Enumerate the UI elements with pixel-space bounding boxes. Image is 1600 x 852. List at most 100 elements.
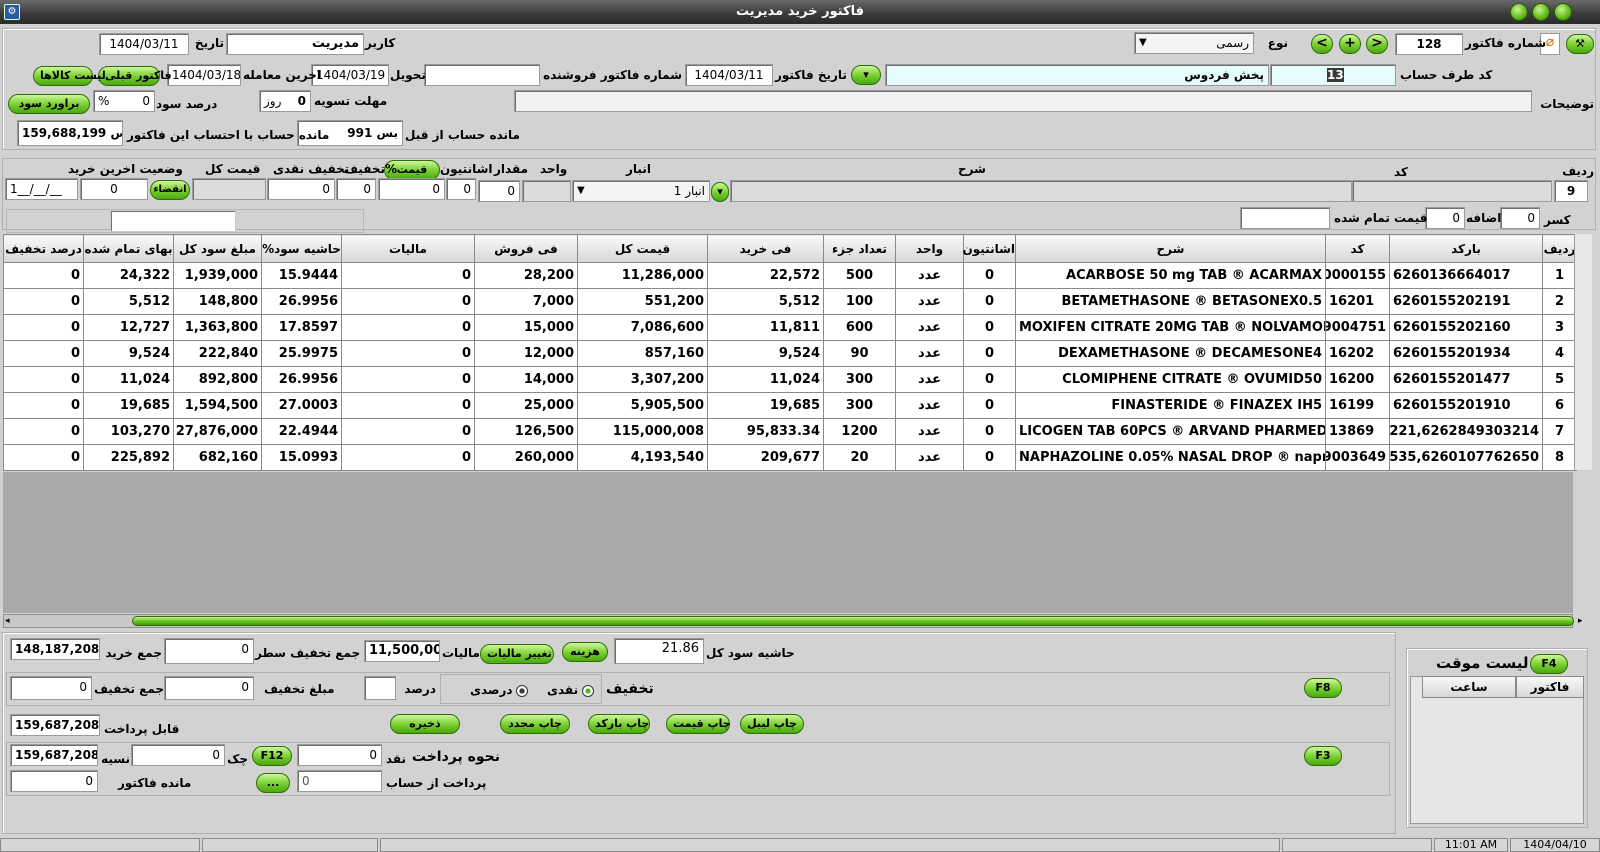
table-cell[interactable]: 0000155 [1325,262,1390,289]
table-cell[interactable]: 16201 [1325,288,1390,315]
entry-subunit-field[interactable]: 0 [446,178,476,200]
table-cell[interactable]: 14,000 [474,366,578,393]
table-cell[interactable]: عدد [895,418,964,445]
table-cell[interactable]: عدد [895,262,964,289]
table-cell[interactable]: 7,000 [474,288,578,315]
column-header[interactable]: تعداد جزء [823,234,896,263]
table-cell[interactable]: 126,500 [474,418,578,445]
table-cell[interactable]: عدد [895,366,964,393]
entry-note-field[interactable] [110,210,236,232]
table-cell[interactable]: 0 [963,444,1016,471]
table-cell[interactable]: 6 [1542,392,1577,419]
column-header[interactable]: شرح [1015,234,1326,263]
table-row[interactable]: 1 6260136664017 0000155 ACARBOSE 50 mg TAB … [3,262,1577,289]
table-row[interactable]: 870535,62601077626509003649NAPHAZOLINE 0… [3,444,1577,471]
table-cell[interactable]: 892,800 [173,366,262,393]
table-cell[interactable]: 682,160 [173,444,262,471]
table-cell[interactable]: 6260155201934 [1389,340,1543,367]
table-cell[interactable]: LICOGEN TAB 60PCS ® ARVAND PHARMED [1015,418,1326,445]
table-cell[interactable]: 0 [341,288,475,315]
table-cell[interactable]: 0 [3,340,84,367]
table-cell[interactable]: 25,000 [474,392,578,419]
table-cell[interactable]: عدد [895,444,964,471]
column-header[interactable]: درصد تخفیف [3,234,84,263]
table-cell[interactable]: 11,024 [83,366,174,393]
table-cell[interactable]: NAPHAZOLINE 0.05% NASAL DROP ® naprisol [1015,444,1326,471]
scroll-left-icon[interactable]: ◂ [5,616,10,626]
prev-invoice-nav-button[interactable]: < [1311,34,1333,54]
table-cell[interactable]: 16200 [1325,366,1390,393]
table-cell[interactable]: DEXAMETHASONE ® DECAMESONE4 [1015,340,1326,367]
table-cell[interactable]: 1,939,000 [173,262,262,289]
table-cell[interactable]: 209,677 [707,444,824,471]
table-cell[interactable]: 22,572 [707,262,824,289]
table-cell[interactable]: 0 [3,418,84,445]
disc-amount-field[interactable]: 0 [164,676,254,700]
table-cell[interactable]: 95,833.34 [707,418,824,445]
prev-invoice-button[interactable]: فاکتور قبلی [98,66,172,86]
table-row[interactable]: 2 6260155202191 16201 BETAMETHASONE ® BETAS… [3,288,1577,315]
cash-field[interactable]: 0 [297,744,382,766]
f8-button[interactable]: F8 [1304,678,1342,698]
type-select[interactable]: رسمی ▼ [1134,32,1254,54]
table-cell[interactable]: 0 [963,288,1016,315]
table-row[interactable]: 703221,626284930321413869LICOGEN TAB 60P… [3,418,1577,445]
cost-button[interactable]: هزینه [562,642,608,662]
table-cell[interactable]: 19,685 [707,392,824,419]
column-header[interactable]: مالیات [341,234,475,263]
table-cell[interactable]: 1,363,800 [173,314,262,341]
table-cell[interactable]: 90 [823,340,896,367]
table-cell[interactable]: 5,512 [707,288,824,315]
table-cell[interactable]: BETAMETHASONE ® BETASONEX0.5 [1015,288,1326,315]
credit-field[interactable]: 159,687,208 [10,744,98,766]
table-cell[interactable]: 300 [823,366,896,393]
f3-button[interactable]: F3 [1304,746,1342,766]
table-cell[interactable]: 70535,6260107762650 [1389,444,1543,471]
entry-qty-field[interactable]: 0 [478,180,520,202]
table-cell[interactable]: 0 [963,366,1016,393]
table-cell[interactable]: 222,840 [173,340,262,367]
expire-date-field[interactable]: 1__/__/__ [5,178,78,200]
new-invoice-button[interactable]: + [1339,34,1361,54]
table-row[interactable]: 6 6260155201910 16199 FINASTERIDE ® FINAZEX… [3,392,1577,419]
print-label-button[interactable]: چاپ لیبل [740,714,804,734]
user-field[interactable]: مدیریت [226,33,364,55]
table-cell[interactable]: 0 [3,444,84,471]
table-cell[interactable]: عدد [895,392,964,419]
date-field[interactable]: 1404/03/11 [99,33,189,55]
table-cell[interactable]: 9,524 [707,340,824,367]
table-cell[interactable]: 4 [1542,340,1577,367]
table-cell[interactable]: عدد [895,288,964,315]
table-cell[interactable]: 4,193,540 [577,444,708,471]
entry-desc-field[interactable] [730,180,1352,202]
from-account-field[interactable]: 0 [297,770,382,792]
table-cell[interactable]: 0 [341,262,475,289]
check-field[interactable]: 0 [131,744,225,766]
table-cell[interactable]: 0 [341,392,475,419]
invoice-date-field[interactable]: 1404/03/11 [685,64,773,86]
table-cell[interactable]: FINASTERIDE ® FINAZEX IH5 [1015,392,1326,419]
column-header[interactable]: ردیف [1542,234,1577,263]
table-row[interactable]: 3 6260155202160 9004751 MOXIFEN CITRATE 20M… [3,314,1577,341]
table-cell[interactable]: 5 [1542,366,1577,393]
entry-cash-disc-field[interactable]: 0 [267,178,335,200]
table-cell[interactable]: 24,322 [83,262,174,289]
table-cell[interactable]: 6260155201477 [1389,366,1543,393]
app-icon[interactable]: ⚙ [4,4,20,20]
goods-list-button[interactable]: لیست کالاها [33,66,106,86]
entry-row-field[interactable]: 9 [1554,180,1588,202]
delivery-field[interactable]: 1404/03/19 [311,64,389,86]
table-cell[interactable]: 17.8597 [261,314,342,341]
scroll-right-icon[interactable]: ▸ [1578,616,1583,626]
reprint-button[interactable]: چاپ مجدد [500,714,570,734]
table-cell[interactable]: 8 [1542,444,1577,471]
column-header[interactable]: قیمت کل [577,234,708,263]
table-cell[interactable]: 100 [823,288,896,315]
table-cell[interactable]: 115,000,008 [577,418,708,445]
scrollbar-thumb[interactable] [132,616,1574,626]
table-cell[interactable]: 6260155201910 [1389,392,1543,419]
table-cell[interactable]: 26.9956 [261,366,342,393]
table-cell[interactable]: 15,000 [474,314,578,341]
table-cell[interactable]: 0 [963,262,1016,289]
percent-field[interactable] [364,676,396,700]
